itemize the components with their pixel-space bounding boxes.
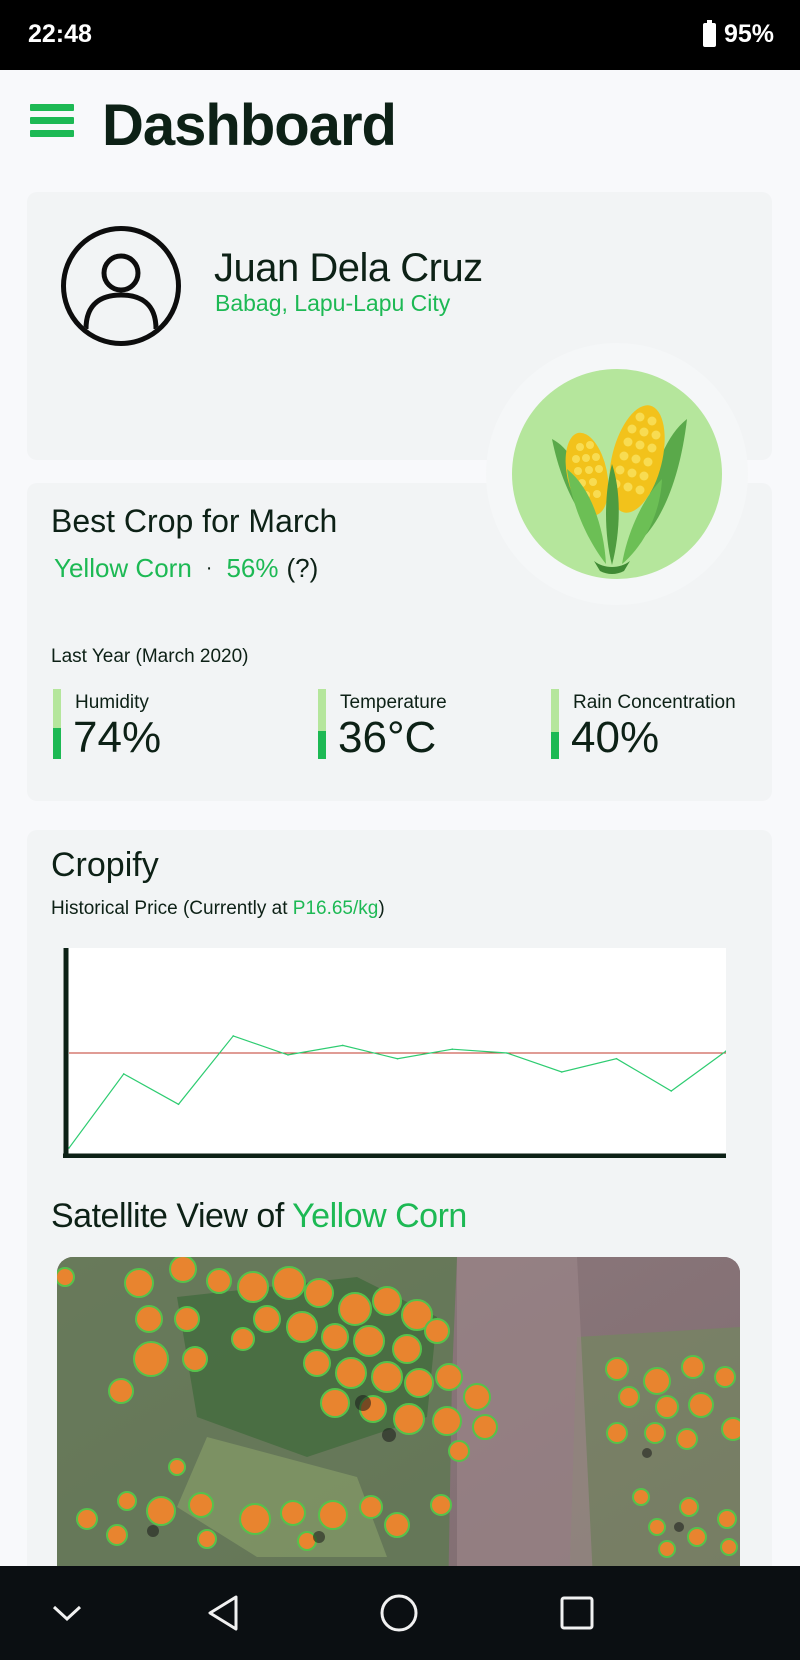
crop-badge <box>486 343 748 605</box>
last-year-label: Last Year (March 2020) <box>51 646 249 667</box>
market-card: Cropify Historical Price (Currently at P… <box>27 830 772 1660</box>
satellite-crop: Yellow Corn <box>292 1197 467 1235</box>
best-crop-summary: Yellow Corn · 56% (?) <box>54 553 318 584</box>
market-subtitle: Historical Price (Currently at P16.65/kg… <box>51 898 385 920</box>
status-bar: 22:48 95% <box>0 0 800 70</box>
temperature-level-bar <box>318 689 326 759</box>
screen: 22:48 95% Dashboard Juan Dela Cruz Babag… <box>0 0 800 1660</box>
page-title: Dashboard <box>102 93 397 158</box>
stat-label: Temperature <box>340 692 447 713</box>
market-title: Cropify <box>51 846 159 884</box>
price-point <box>615 1057 618 1060</box>
humidity-level-bar <box>53 689 61 759</box>
price-point <box>232 1035 235 1037</box>
price-chart <box>63 948 727 1159</box>
user-location: Babag, Lapu-Lapu City <box>215 290 451 316</box>
temperature-level-fill <box>318 731 326 759</box>
market-subtitle-suffix: ) <box>378 898 385 919</box>
system-nav-bar <box>0 1566 800 1660</box>
rain-level-bar <box>551 689 559 759</box>
stat-value: 36°C <box>338 713 437 762</box>
help-link[interactable]: (?) <box>287 553 319 584</box>
battery-icon <box>702 19 716 47</box>
user-name: Juan Dela Cruz <box>214 246 483 290</box>
home-icon[interactable] <box>354 1566 444 1660</box>
price-point <box>670 1090 673 1092</box>
recents-icon[interactable] <box>532 1566 622 1660</box>
market-subtitle-prefix: Historical Price (Currently at <box>51 898 293 919</box>
stat-value: 40% <box>571 713 660 762</box>
price-chart-svg <box>63 948 727 1159</box>
header: Dashboard <box>0 70 800 180</box>
hamburger-menu-icon[interactable] <box>30 104 74 140</box>
status-right: 95% <box>702 19 774 49</box>
price-point <box>122 1073 125 1075</box>
corn-icon <box>512 369 722 579</box>
price-point <box>451 1048 454 1050</box>
price-point <box>287 1054 289 1056</box>
stat-value: 74% <box>73 713 162 762</box>
current-price: P16.65/kg <box>292 898 379 919</box>
best-crop-score: 56% <box>226 553 279 583</box>
best-crop-title: Best Crop for March <box>51 503 338 539</box>
price-point <box>560 1071 563 1073</box>
status-time: 22:48 <box>28 20 92 48</box>
price-point <box>341 1044 344 1047</box>
satellite-title: Satellite View of Yellow Corn <box>51 1197 467 1236</box>
price-point <box>396 1057 399 1060</box>
rain-level-fill <box>551 732 559 759</box>
battery-level: 95% <box>723 20 774 48</box>
best-crop-name: Yellow Corn <box>54 553 192 583</box>
price-point <box>506 1052 508 1054</box>
chevron-down-icon[interactable] <box>22 1566 112 1660</box>
user-avatar-icon[interactable] <box>61 226 181 346</box>
price-point <box>177 1103 180 1106</box>
humidity-level-fill <box>53 728 61 759</box>
separator-dot: · <box>205 557 213 579</box>
stat-label: Humidity <box>75 692 149 713</box>
satellite-title-prefix: Satellite View of <box>51 1197 293 1235</box>
stat-label: Rain Concentration <box>573 692 736 713</box>
back-icon[interactable] <box>177 1566 267 1660</box>
